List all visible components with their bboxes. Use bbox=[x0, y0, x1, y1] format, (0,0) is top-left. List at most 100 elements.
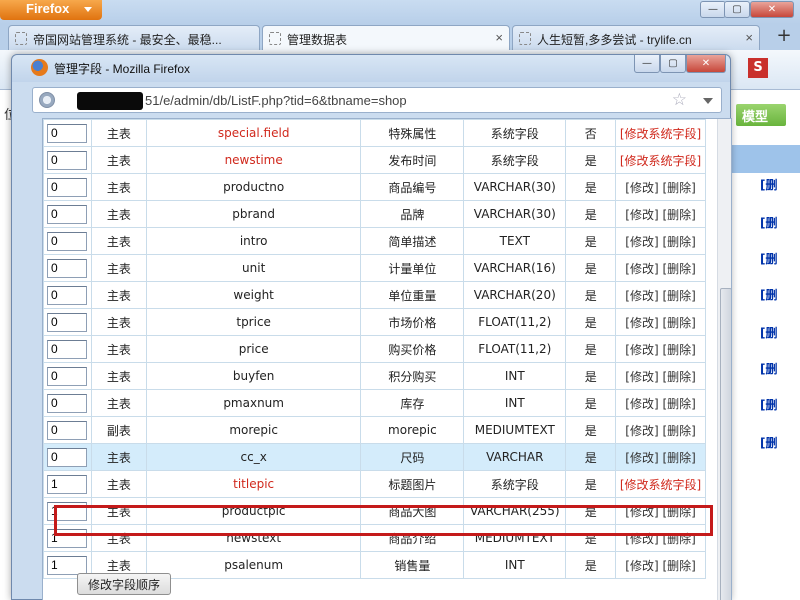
actions-link[interactable]: [修改] [删除] bbox=[615, 416, 706, 444]
popup-maximize-button[interactable]: ▢ bbox=[660, 55, 686, 73]
field-type-cell: VARCHAR bbox=[463, 443, 567, 471]
background-delete-link[interactable]: [删 bbox=[760, 324, 778, 341]
order-input[interactable] bbox=[47, 339, 87, 359]
table-type-cell: 副表 bbox=[90, 416, 147, 444]
firefox-menu-button[interactable]: Firefox bbox=[0, 0, 102, 20]
modify-field-order-button[interactable]: 修改字段顺序 bbox=[77, 573, 172, 595]
actions-link[interactable]: [修改] [删除] bbox=[615, 551, 706, 579]
enabled-cell: 是 bbox=[565, 470, 617, 498]
page-icon bbox=[269, 32, 281, 45]
table-row: 主表titlepic标题图片系统字段是[修改系统字段] bbox=[43, 470, 706, 498]
maximize-button[interactable]: ▢ bbox=[724, 1, 750, 18]
scrollbar-thumb[interactable] bbox=[720, 288, 731, 600]
enabled-cell: 否 bbox=[565, 119, 617, 147]
table-type-cell: 主表 bbox=[90, 389, 147, 417]
field-type-cell: 系统字段 bbox=[463, 146, 567, 174]
actions-link[interactable]: [修改] [删除] bbox=[615, 308, 706, 336]
field-label-cell: 商品编号 bbox=[360, 173, 465, 201]
order-input[interactable] bbox=[47, 150, 87, 170]
popup-close-button[interactable]: ✕ bbox=[686, 55, 726, 73]
tab-title: 帝国网站管理系统 - 最安全、最稳... bbox=[33, 33, 222, 47]
addon-s-icon[interactable]: S bbox=[748, 58, 768, 78]
tab-title: 管理数据表 bbox=[287, 33, 348, 47]
order-cell bbox=[43, 227, 92, 255]
table-type-cell: 主表 bbox=[90, 227, 147, 255]
order-input[interactable] bbox=[47, 366, 87, 386]
browser-titlebar: Firefox — ▢ ✕ bbox=[0, 0, 800, 24]
table-type-cell: 主表 bbox=[90, 200, 147, 228]
enabled-cell: 是 bbox=[565, 200, 617, 228]
field-type-cell: INT bbox=[463, 389, 567, 417]
tab-close-icon[interactable]: × bbox=[495, 30, 503, 45]
order-input[interactable] bbox=[47, 177, 87, 197]
table-row: 主表buyfen积分购买INT是[修改] [删除] bbox=[43, 362, 706, 390]
actions-link[interactable]: [修改] [删除] bbox=[615, 335, 706, 363]
background-delete-link[interactable]: [删 bbox=[760, 286, 778, 303]
field-name-cell: pbrand bbox=[145, 200, 362, 228]
actions-link[interactable]: [修改] [删除] bbox=[615, 173, 706, 201]
actions-link[interactable]: [修改] [删除] bbox=[615, 443, 706, 471]
table-type-cell: 主表 bbox=[90, 362, 147, 390]
enabled-cell: 是 bbox=[565, 254, 617, 282]
field-label-cell: 简单描述 bbox=[360, 227, 465, 255]
actions-link[interactable]: [修改] [删除] bbox=[615, 281, 706, 309]
url-dropdown-icon[interactable] bbox=[703, 98, 713, 104]
background-delete-link[interactable]: [删 bbox=[760, 396, 778, 413]
actions-link[interactable]: [修改系统字段] bbox=[615, 146, 706, 174]
order-input[interactable] bbox=[47, 420, 87, 440]
field-name-cell: productno bbox=[145, 173, 362, 201]
order-input[interactable] bbox=[47, 204, 87, 224]
field-name-cell: psalenum bbox=[145, 551, 362, 579]
table-type-cell: 主表 bbox=[90, 146, 147, 174]
order-input[interactable] bbox=[47, 285, 87, 305]
actions-link[interactable]: [修改系统字段] bbox=[615, 470, 706, 498]
table-row: 主表special.field特殊属性系统字段否[修改系统字段] bbox=[43, 119, 706, 147]
popup-minimize-button[interactable]: — bbox=[634, 55, 660, 73]
background-model-button[interactable]: 模型 bbox=[736, 104, 786, 126]
vertical-scrollbar[interactable] bbox=[717, 119, 731, 600]
order-input[interactable] bbox=[47, 231, 87, 251]
actions-link[interactable]: [修改] [删除] bbox=[615, 362, 706, 390]
actions-link[interactable]: [修改] [删除] bbox=[615, 227, 706, 255]
order-cell bbox=[43, 443, 92, 471]
tab-title: 人生短暂,多多尝试 - trylife.cn bbox=[537, 33, 692, 47]
popup-url-bar[interactable]: 51/e/admin/db/ListF.php?tid=6&tbname=sho… bbox=[32, 87, 722, 113]
actions-link[interactable]: [修改] [删除] bbox=[615, 200, 706, 228]
background-delete-link[interactable]: [删 bbox=[760, 214, 778, 231]
order-input[interactable] bbox=[47, 312, 87, 332]
table-type-cell: 主表 bbox=[90, 335, 147, 363]
actions-link[interactable]: [修改] [删除] bbox=[615, 389, 706, 417]
order-input[interactable] bbox=[47, 447, 87, 467]
order-cell bbox=[43, 335, 92, 363]
bookmark-star-icon[interactable]: ☆ bbox=[672, 90, 687, 110]
background-delete-link[interactable]: [删 bbox=[760, 434, 778, 451]
redacted-host bbox=[77, 92, 143, 110]
tab-trylife[interactable]: 人生短暂,多多尝试 - trylife.cn × bbox=[512, 25, 760, 50]
close-button[interactable]: ✕ bbox=[750, 1, 794, 18]
tab-empire-cms[interactable]: 帝国网站管理系统 - 最安全、最稳... bbox=[8, 25, 260, 50]
actions-link[interactable]: [修改] [删除] bbox=[615, 254, 706, 282]
field-label-cell: 计量单位 bbox=[360, 254, 465, 282]
table-type-cell: 主表 bbox=[90, 119, 147, 147]
field-name-cell: price bbox=[145, 335, 362, 363]
tab-manage-tables[interactable]: 管理数据表 × bbox=[262, 25, 510, 50]
order-cell bbox=[43, 119, 92, 147]
actions-link[interactable]: [修改系统字段] bbox=[615, 119, 706, 147]
order-input[interactable] bbox=[47, 258, 87, 278]
minimize-button[interactable]: — bbox=[700, 1, 726, 18]
new-tab-button[interactable]: + bbox=[772, 26, 796, 48]
field-name-cell: unit bbox=[145, 254, 362, 282]
field-label-cell: morepic bbox=[360, 416, 465, 444]
order-input[interactable] bbox=[47, 123, 87, 143]
order-input[interactable] bbox=[47, 474, 87, 494]
order-input[interactable] bbox=[47, 393, 87, 413]
field-label-cell: 品牌 bbox=[360, 200, 465, 228]
tab-close-icon[interactable]: × bbox=[745, 30, 753, 45]
firefox-logo-icon bbox=[31, 59, 48, 76]
background-delete-link[interactable]: [删 bbox=[760, 176, 778, 193]
order-input[interactable] bbox=[47, 555, 87, 575]
field-type-cell: FLOAT(11,2) bbox=[463, 308, 567, 336]
background-delete-link[interactable]: [删 bbox=[760, 360, 778, 377]
field-label-cell: 市场价格 bbox=[360, 308, 465, 336]
background-delete-link[interactable]: [删 bbox=[760, 250, 778, 267]
